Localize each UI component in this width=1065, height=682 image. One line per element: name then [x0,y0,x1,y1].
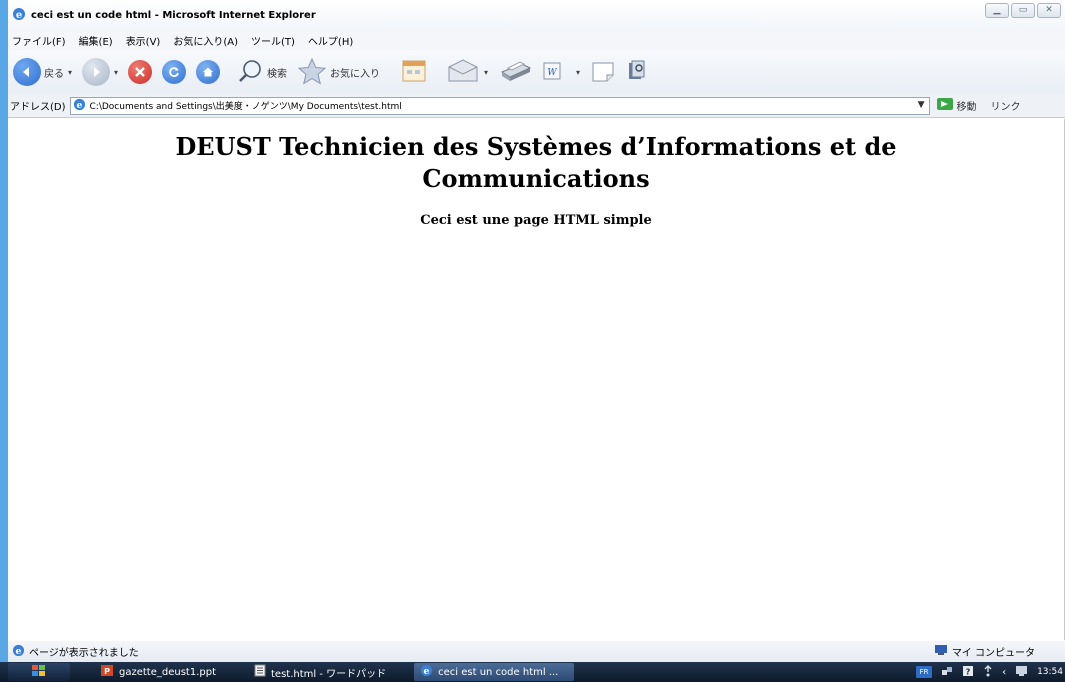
mail-dropdown-icon[interactable]: ▾ [484,68,488,77]
zone-text: マイ コンピュータ [951,648,1035,659]
windows-logo-icon [31,664,47,681]
start-button[interactable] [8,663,70,681]
svg-text:W: W [547,68,557,78]
address-input[interactable]: e C:\Documents and Settings\出美度・ノゲンツ\My … [69,96,930,115]
language-indicator[interactable]: FR [916,666,933,678]
page-done-icon: e [12,644,25,660]
system-tray: FR ? ‹ 13:54 [916,662,1065,682]
display-icon[interactable] [1015,665,1028,680]
refresh-button[interactable] [162,60,187,84]
safely-remove-icon[interactable] [983,664,993,680]
favorites-label: お気に入り [330,68,381,80]
svg-text:e: e [16,10,22,21]
page-ie-icon: e [73,98,86,114]
my-computer-icon [934,644,948,659]
research-book-icon [626,59,648,86]
toolbar: 戻る ▾ ▾ 検索 お気に入り ▾ W ▾ [8,50,1065,94]
taskbar-item-label: test.html - ワードパッド [271,668,387,680]
security-zone: マイ コンピュータ [934,644,1035,659]
menu-bar: ファイル(F) 編集(E) 表示(V) お気に入り(A) ツール(T) ヘルプ(… [8,30,1065,50]
printer-icon [498,58,532,87]
minimize-button[interactable]: ▁ [985,3,1009,18]
maximize-button[interactable]: ▭ [1011,3,1035,18]
menu-help[interactable]: ヘルプ(H) [308,33,353,48]
svg-text:?: ? [966,667,971,676]
svg-text:e: e [424,666,430,677]
address-label: アドレス(D) [10,102,66,113]
network-icon[interactable] [941,665,953,680]
back-label: 戻る [44,68,64,80]
window-controls: ▁ ▭ ✕ [985,3,1061,18]
home-icon [196,60,221,84]
home-button[interactable] [196,60,221,84]
favorites-button[interactable]: お気に入り [297,57,380,88]
taskbar-item-powerpoint[interactable]: P gazette_deust1.ppt [94,663,222,681]
note-icon [590,59,616,86]
print-button[interactable] [498,58,532,87]
edit-dropdown-icon[interactable]: ▾ [576,68,580,77]
browser-window: e ceci est un code html - Microsoft Inte… [8,0,1065,662]
search-label: 検索 [267,68,288,80]
menu-edit[interactable]: 編集(E) [79,33,113,48]
page-subheading: Ceci est une page HTML simple [420,213,652,228]
taskbar: P gazette_deust1.ppt test.html - ワードパッド … [0,662,1065,682]
go-arrow-icon [936,97,954,114]
clock: 13:54 [1037,667,1063,677]
close-button[interactable]: ✕ [1037,3,1061,18]
page-heading: DEUST Technicien des Systèmes d’Informat… [175,132,897,193]
status-bar: e ページが表示されました マイ コンピュータ [8,641,1065,662]
maximize-icon: ▭ [1018,5,1028,15]
ie-logo-icon: e [12,7,26,24]
status-text: ページが表示されました [29,648,139,659]
page-content: DEUST Technicien des Systèmes d’Informat… [8,119,1065,640]
mail-button[interactable]: ▾ [446,57,488,88]
history-button[interactable] [400,58,428,87]
svg-text:e: e [76,100,82,111]
taskbar-item-wordpad[interactable]: test.html - ワードパッド [248,663,392,681]
taskbar-item-label: ceci est un code html ... [438,666,559,678]
forward-arrow-icon [82,58,111,86]
taskbar-item-internet-explorer[interactable]: e ceci est un code html ... [414,663,575,681]
wordpad-icon [254,664,266,680]
svg-text:e: e [16,646,22,657]
ie-taskbar-icon: e [420,664,433,680]
help-icon[interactable]: ? [962,665,974,680]
window-title: ceci est un code html - Microsoft Intern… [31,9,316,21]
address-dropdown-icon[interactable]: ▼ [918,100,925,110]
forward-button[interactable]: ▾ [82,58,118,86]
discuss-button[interactable] [590,59,616,86]
search-icon [238,58,264,87]
stop-button[interactable] [128,60,153,84]
stop-icon [128,60,153,84]
edit-word-button[interactable]: W ▾ [542,61,580,84]
title-bar: e ceci est un code html - Microsoft Inte… [8,0,1065,30]
go-button[interactable]: 移動 [936,97,977,114]
refresh-icon [162,60,187,84]
go-label: 移動 [956,102,977,113]
back-dropdown-icon[interactable]: ▾ [68,68,72,77]
forward-dropdown-icon[interactable]: ▾ [114,68,118,77]
word-document-icon: W [542,61,562,84]
menu-tools[interactable]: ツール(T) [251,33,295,48]
links-label[interactable]: リンク [991,98,1021,113]
back-button[interactable]: 戻る ▾ [13,58,72,86]
back-arrow-icon [13,58,41,86]
close-icon: ✕ [1045,5,1053,15]
history-icon [400,58,428,87]
menu-view[interactable]: 表示(V) [126,33,161,48]
favorites-star-icon [297,57,327,88]
taskbar-item-label: gazette_deust1.ppt [119,666,216,678]
tray-expand-icon[interactable]: ‹ [1002,667,1006,678]
powerpoint-icon: P [100,664,114,680]
menu-file[interactable]: ファイル(F) [12,33,66,48]
minimize-icon: ▁ [993,5,1001,15]
search-button[interactable]: 検索 [238,58,287,87]
research-button[interactable] [626,59,648,86]
svg-text:P: P [104,667,110,676]
address-bar: アドレス(D) e C:\Documents and Settings\出美度・… [8,94,1065,118]
menu-favorites[interactable]: お気に入り(A) [173,33,238,48]
mail-icon [446,57,480,88]
address-url: C:\Documents and Settings\出美度・ノゲンツ\My Do… [89,102,402,112]
